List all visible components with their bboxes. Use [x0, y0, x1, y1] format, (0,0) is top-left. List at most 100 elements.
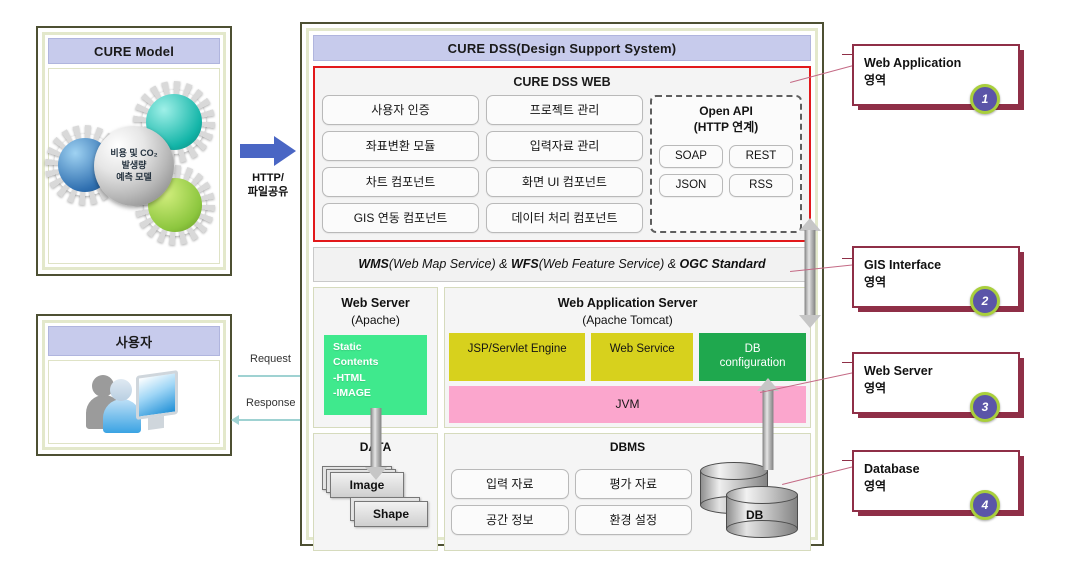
gis-arrow-tip-down [799, 315, 821, 328]
api-rss[interactable]: RSS [729, 174, 793, 198]
tile-web-service[interactable]: Web Service [591, 333, 694, 381]
web-component-column-right: 프로젝트 관리 입력자료 관리 화면 UI 컴포넌트 데이터 처리 컴포넌트 [486, 95, 643, 233]
component-gis-link[interactable]: GIS 연동 컴포넌트 [322, 203, 479, 233]
callout-2-subtitle: 영역 [864, 274, 887, 289]
web-server-subtitle: (Apache) [351, 312, 400, 327]
callout-3-text: Web Server 영역 [854, 354, 1018, 396]
callout-web-application: Web Application 영역 1 [852, 44, 1020, 114]
web-server-title: Web Server [341, 296, 410, 310]
callout-4-subtitle: 영역 [864, 478, 887, 493]
user-panel-body [48, 360, 220, 444]
was-heading: Web Application Server (Apache Tomcat) [449, 292, 806, 333]
gis-vertical-arrow [797, 218, 823, 328]
api-soap[interactable]: SOAP [659, 145, 723, 169]
db-front-bottom [726, 519, 798, 538]
web-component-column-left: 사용자 인증 좌표변환 모듈 차트 컴포넌트 GIS 연동 컴포넌트 [322, 95, 479, 233]
component-input-data-mgmt[interactable]: 입력자료 관리 [486, 131, 643, 161]
monitor-icon [136, 370, 178, 420]
dbms-eval-data[interactable]: 평가 자료 [574, 468, 692, 499]
callout-2-text: GIS Interface 영역 [854, 248, 1018, 290]
callout-4-title: Database [864, 462, 920, 476]
blue-arrow-shaft [240, 144, 274, 158]
was-tile-row: JSP/Servlet Engine Web Service DB configu… [449, 333, 806, 381]
web-component-grid: 사용자 인증 좌표변환 모듈 차트 컴포넌트 GIS 연동 컴포넌트 프로젝트 … [322, 95, 802, 233]
dbms-panel-title: DBMS [609, 439, 646, 454]
db-label: DB [746, 507, 764, 522]
data-arrow-bar [370, 408, 382, 468]
callout-1-title: Web Application [864, 56, 962, 70]
tile-db-configuration[interactable]: DB configuration [699, 333, 806, 381]
gis-arrow-bar [804, 230, 816, 316]
was-title: Web Application Server [557, 296, 698, 310]
gis-wfs-label: WFS [510, 257, 539, 271]
component-user-auth[interactable]: 사용자 인증 [322, 95, 479, 125]
api-rest[interactable]: REST [729, 145, 793, 169]
component-data-processing[interactable]: 데이터 처리 컴포넌트 [486, 203, 643, 233]
dbms-env-config[interactable]: 환경 설정 [574, 504, 692, 535]
blue-arrow-head [274, 136, 296, 166]
callout-1-subtitle: 영역 [864, 72, 887, 87]
user-panel-inner: 사용자 [42, 320, 226, 450]
gis-wfs-rest: (Web Feature Service) & [538, 257, 680, 271]
response-label: Response [246, 397, 296, 409]
leader-tick-1 [842, 54, 852, 55]
response-arrow-icon [231, 415, 306, 425]
callout-2-badge: 2 [970, 286, 1000, 316]
http-file-share-label: HTTP/파일공유 [247, 172, 289, 198]
user-computer-icon [86, 369, 182, 435]
component-screen-ui[interactable]: 화면 UI 컴포넌트 [486, 167, 643, 197]
dbms-item-grid: 입력 자료 평가 자료 공간 정보 환경 설정 [451, 468, 692, 535]
callout-web-server: Web Server 영역 3 [852, 352, 1020, 422]
component-chart[interactable]: 차트 컴포넌트 [322, 167, 479, 197]
gis-interface-band: WMS(Web Map Service) & WFS(Web Feature S… [313, 247, 811, 282]
cure-model-title: CURE Model [48, 38, 220, 64]
callout-2-title: GIS Interface [864, 258, 942, 272]
gear-illustration: 비용 및 CO₂ 발생량 예측 모델 [45, 81, 218, 250]
callout-3-title: Web Server [864, 364, 933, 378]
leader-tick-2 [842, 258, 852, 259]
shape-document[interactable]: Shape [354, 500, 428, 527]
http-file-share-arrow: HTTP/파일공유 [236, 136, 300, 232]
cure-model-panel: CURE Model 비용 및 CO₂ 발생량 예측 모델 [36, 26, 232, 276]
db-to-config-arrow [755, 378, 781, 470]
static-to-data-arrow [363, 408, 389, 480]
callout-1-badge: 1 [970, 84, 1000, 114]
open-api-title: Open API (HTTP 연계) [693, 104, 759, 135]
web-application-zone: CURE DSS WEB 사용자 인증 좌표변환 모듈 차트 컴포넌트 GIS … [313, 66, 811, 242]
request-arrow-icon [238, 371, 313, 381]
tile-jsp-servlet-engine[interactable]: JSP/Servlet Engine [449, 333, 586, 381]
cure-model-sphere-label: 비용 및 CO₂ 발생량 예측 모델 [94, 126, 174, 206]
dbms-spatial-info[interactable]: 공간 정보 [451, 504, 569, 535]
server-row: Web Server (Apache) Static Contents -HTML -… [313, 287, 811, 428]
open-api-grid: SOAP REST JSON RSS [659, 145, 793, 198]
data-arrow-tip-down [365, 467, 387, 480]
component-coord-transform[interactable]: 좌표변환 모듈 [322, 131, 479, 161]
gis-ogc-label: OGC Standard [679, 257, 766, 271]
request-label: Request [250, 353, 291, 365]
diagram-canvas: CURE Model 비용 및 CO₂ 발생량 예측 모델 사용자 HTTP/ … [0, 0, 1067, 562]
dbms-inner: 입력 자료 평가 자료 공간 정보 환경 설정 DB [451, 460, 804, 544]
monitor-stand [148, 415, 164, 431]
user-panel: 사용자 [36, 314, 232, 456]
cure-model-body: 비용 및 CO₂ 발생량 예측 모델 [45, 68, 220, 264]
web-server-panel: Web Server (Apache) Static Contents -HTML -… [313, 287, 438, 428]
jvm-bar: JVM [449, 385, 806, 423]
db-arrow-bar [762, 390, 774, 470]
callout-4-text: Database 영역 [854, 452, 1018, 494]
api-json[interactable]: JSON [659, 174, 723, 198]
was-subtitle: (Apache Tomcat) [582, 312, 673, 327]
component-project-mgmt[interactable]: 프로젝트 관리 [486, 95, 643, 125]
gis-wms-label: WMS [358, 257, 389, 271]
db-front-top [726, 485, 798, 504]
callout-3-badge: 3 [970, 392, 1000, 422]
callout-3-subtitle: 영역 [864, 380, 887, 395]
person-front-head [110, 379, 132, 401]
cure-dss-title: CURE DSS(Design Support System) [313, 35, 811, 61]
leader-tick-4 [842, 460, 852, 461]
leader-tick-3 [842, 362, 852, 363]
static-contents-box: Static Contents -HTML -IMAGE [324, 335, 427, 415]
callout-4-badge: 4 [970, 490, 1000, 520]
cure-model-inner: CURE Model 비용 및 CO₂ 발생량 예측 모델 [42, 32, 226, 270]
dbms-input-data[interactable]: 입력 자료 [451, 468, 569, 499]
blue-arrow-icon [240, 136, 296, 166]
